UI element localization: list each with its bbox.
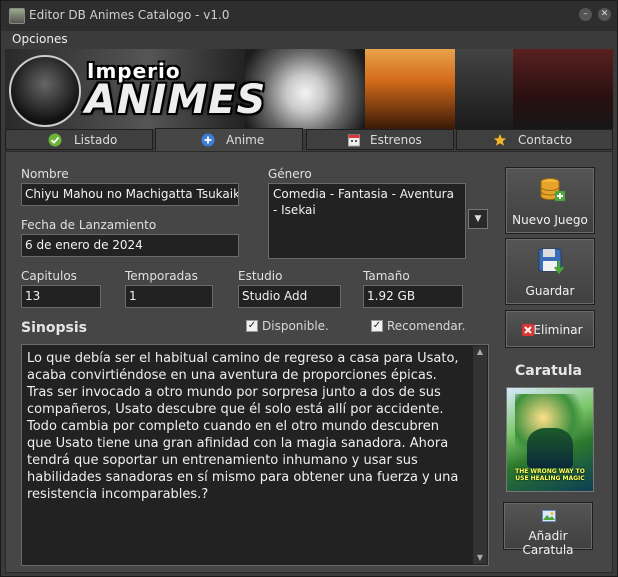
cover-title-text: THE WRONG WAY TO USE HEALING MAGIC bbox=[515, 468, 585, 482]
nombre-label: Nombre bbox=[21, 167, 69, 181]
anime-tab-panel: Nombre Chiyu Mahou no Machigatta Tsukaik… bbox=[5, 151, 613, 573]
tab-bar: Listado Anime Estrenos Contacto bbox=[5, 128, 613, 151]
caratula-cover-image: THE WRONG WAY TO USE HEALING MAGIC bbox=[506, 387, 594, 492]
tab-estrenos-label: Estrenos bbox=[370, 133, 422, 147]
window-title: Editor DB Animes Catalogo - v1.0 bbox=[29, 8, 230, 22]
menu-opciones[interactable]: Opciones bbox=[12, 32, 68, 46]
capitulos-input[interactable]: 13 bbox=[21, 285, 101, 308]
tab-contacto-label: Contacto bbox=[518, 133, 573, 147]
nombre-input[interactable]: Chiyu Mahou no Machigatta Tsukaikata bbox=[21, 183, 239, 206]
genero-label: Género bbox=[268, 167, 312, 181]
check-icon bbox=[48, 133, 62, 147]
banner-character-red bbox=[513, 49, 613, 129]
tab-anime-label: Anime bbox=[226, 133, 265, 147]
banner-character-dark bbox=[455, 49, 513, 129]
disponible-label: Disponible. bbox=[262, 319, 329, 333]
plus-circle-icon bbox=[201, 133, 215, 147]
banner-character-orange bbox=[365, 49, 455, 129]
tab-listado[interactable]: Listado bbox=[5, 129, 153, 150]
estudio-input[interactable]: Studio Add bbox=[238, 285, 341, 308]
nuevo-juego-label: Nuevo Juego bbox=[512, 213, 588, 227]
recomendar-label: Recomendar. bbox=[387, 319, 466, 333]
caratula-heading: Caratula bbox=[515, 363, 582, 379]
tamano-input[interactable]: 1.92 GB bbox=[363, 285, 463, 308]
app-window: Editor DB Animes Catalogo - v1.0 – ✕ Opc… bbox=[0, 0, 618, 577]
guardar-label: Guardar bbox=[525, 284, 575, 298]
fecha-label: Fecha de Lanzamiento bbox=[21, 218, 157, 232]
menu-bar: Opciones bbox=[5, 31, 613, 49]
tab-listado-label: Listado bbox=[74, 133, 118, 147]
genero-dropdown-button[interactable]: ▼ bbox=[468, 209, 488, 229]
close-button[interactable]: ✕ bbox=[598, 8, 611, 21]
tab-contacto[interactable]: Contacto bbox=[456, 129, 613, 150]
banner-image: Imperio ANIMES bbox=[5, 49, 613, 129]
title-bar: Editor DB Animes Catalogo - v1.0 – ✕ bbox=[1, 1, 617, 31]
estudio-label: Estudio bbox=[238, 269, 283, 283]
nuevo-juego-button[interactable]: Nuevo Juego bbox=[505, 167, 595, 234]
sinopsis-text: Lo que debía ser el habitual camino de r… bbox=[27, 351, 459, 502]
database-add-icon bbox=[540, 178, 565, 201]
fecha-input[interactable]: 6 de enero de 2024 bbox=[21, 234, 239, 257]
genero-textbox[interactable]: Comedia - Fantasia - Aventura - Isekai bbox=[268, 183, 466, 259]
calendar-icon bbox=[348, 134, 360, 147]
temporadas-label: Temporadas bbox=[125, 269, 198, 283]
star-icon bbox=[493, 134, 507, 146]
sinopsis-heading: Sinopsis bbox=[21, 320, 87, 336]
save-icon bbox=[538, 248, 564, 275]
banner-logo-main-text: ANIMES bbox=[85, 77, 267, 123]
scroll-down-arrow-icon[interactable]: ▼ bbox=[473, 552, 487, 564]
eliminar-button[interactable]: Eliminar bbox=[505, 310, 595, 348]
capitulos-label: Capitulos bbox=[21, 269, 77, 283]
anadir-caratula-button[interactable]: Añadir Caratula bbox=[503, 502, 593, 557]
app-icon bbox=[9, 8, 25, 24]
anadir-caratula-label: Añadir Caratula bbox=[522, 529, 574, 557]
banner-logo-emblem bbox=[9, 55, 81, 127]
sinopsis-scrollbar[interactable]: ▲ ▼ bbox=[473, 346, 487, 564]
sinopsis-textarea[interactable]: Lo que debía ser el habitual camino de r… bbox=[21, 344, 489, 566]
temporadas-input[interactable]: 1 bbox=[125, 285, 213, 308]
cover-characters bbox=[527, 428, 573, 468]
disponible-checkbox[interactable]: ✓ bbox=[246, 320, 258, 332]
tab-anime[interactable]: Anime bbox=[155, 128, 303, 151]
scroll-up-arrow-icon[interactable]: ▲ bbox=[473, 346, 487, 358]
tab-estrenos[interactable]: Estrenos bbox=[306, 129, 454, 150]
minimize-button[interactable]: – bbox=[579, 8, 592, 21]
tamano-label: Tamaño bbox=[363, 269, 410, 283]
guardar-button[interactable]: Guardar bbox=[505, 238, 595, 305]
eliminar-label: Eliminar bbox=[533, 323, 583, 337]
image-icon bbox=[542, 510, 556, 522]
recomendar-checkbox[interactable]: ✓ bbox=[371, 320, 383, 332]
